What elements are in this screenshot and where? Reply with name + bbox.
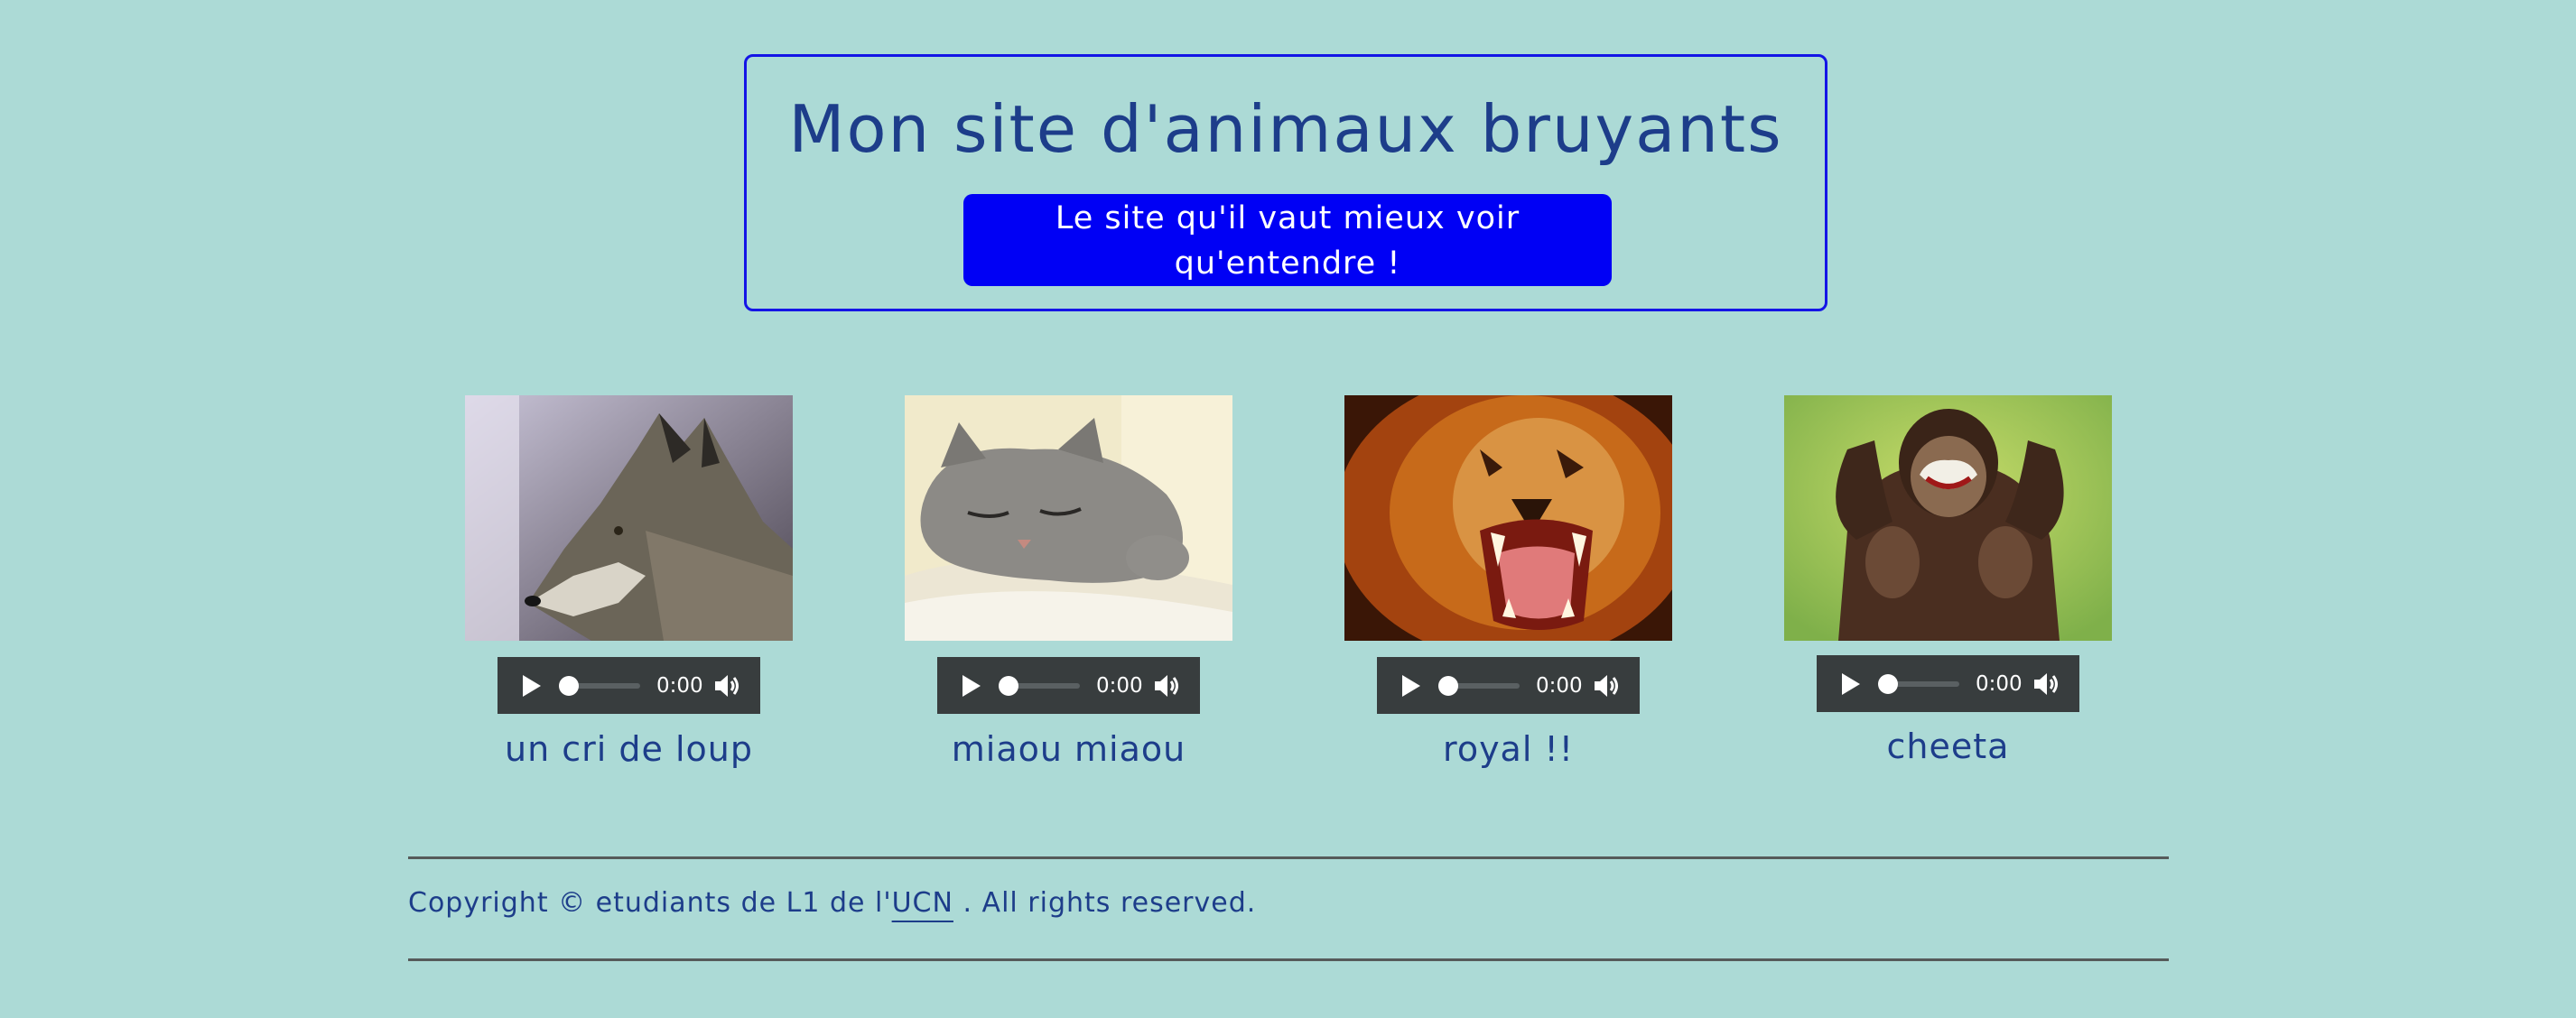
play-icon[interactable]	[1402, 674, 1420, 697]
volume-icon[interactable]	[2032, 671, 2060, 697]
seek-bar[interactable]	[1878, 673, 1959, 694]
audio-player: 0:00	[1817, 655, 2079, 712]
footer-suffix: . All rights reserved.	[953, 887, 1257, 919]
volume-icon[interactable]	[1593, 673, 1620, 699]
site-title: Mon site d'animaux bruyants	[788, 91, 1783, 167]
time-display: 0:00	[1536, 673, 1583, 698]
seek-thumb[interactable]	[559, 675, 579, 696]
animal-card-wolf: 0:00 un cri de loup	[465, 395, 793, 769]
footer-bottom-rule	[408, 958, 2169, 961]
audio-player: 0:00	[1377, 657, 1640, 714]
caption: royal !!	[1443, 729, 1574, 769]
volume-icon[interactable]	[713, 673, 740, 699]
seek-bar[interactable]	[559, 675, 640, 696]
caption: un cri de loup	[505, 729, 753, 769]
seek-bar[interactable]	[1438, 675, 1520, 696]
subtitle-line-2: qu'entendre !	[1174, 245, 1401, 282]
chimpanzee-photo	[1784, 395, 2112, 641]
seek-thumb[interactable]	[1438, 675, 1458, 696]
seek-thumb[interactable]	[999, 675, 1018, 696]
footer-top-rule	[408, 856, 2169, 859]
caption: cheeta	[1886, 726, 2010, 766]
header-box: Mon site d'animaux bruyants Le site qu'i…	[744, 54, 1827, 311]
audio-player: 0:00	[937, 657, 1200, 714]
play-icon[interactable]	[1842, 672, 1860, 695]
animal-card-chimpanzee: 0:00 cheeta	[1784, 395, 2112, 766]
seek-bar[interactable]	[999, 675, 1080, 696]
subtitle-banner: Le site qu'il vaut mieux voir qu'entendr…	[963, 194, 1612, 286]
wolf-photo	[465, 395, 793, 641]
subtitle-line-1: Le site qu'il vaut mieux voir	[1055, 200, 1520, 236]
kitten-photo	[905, 395, 1232, 641]
time-display: 0:00	[1976, 671, 2023, 696]
lion-photo	[1344, 395, 1672, 641]
play-icon[interactable]	[963, 674, 981, 697]
play-icon[interactable]	[523, 674, 541, 697]
seek-thumb[interactable]	[1878, 673, 1898, 694]
time-display: 0:00	[1096, 673, 1143, 698]
animal-card-lion: 0:00 royal !!	[1344, 395, 1672, 769]
footer-prefix: Copyright © etudiants de L1 de l'	[408, 887, 892, 919]
footer-copyright: Copyright © etudiants de L1 de l'UCN . A…	[408, 887, 1256, 919]
animal-card-kitten: 0:00 miaou miaou	[905, 395, 1232, 769]
ucn-link[interactable]: UCN	[892, 887, 953, 919]
caption: miaou miaou	[951, 729, 1186, 769]
audio-player: 0:00	[498, 657, 760, 714]
volume-icon[interactable]	[1153, 673, 1180, 699]
time-display: 0:00	[656, 673, 703, 698]
